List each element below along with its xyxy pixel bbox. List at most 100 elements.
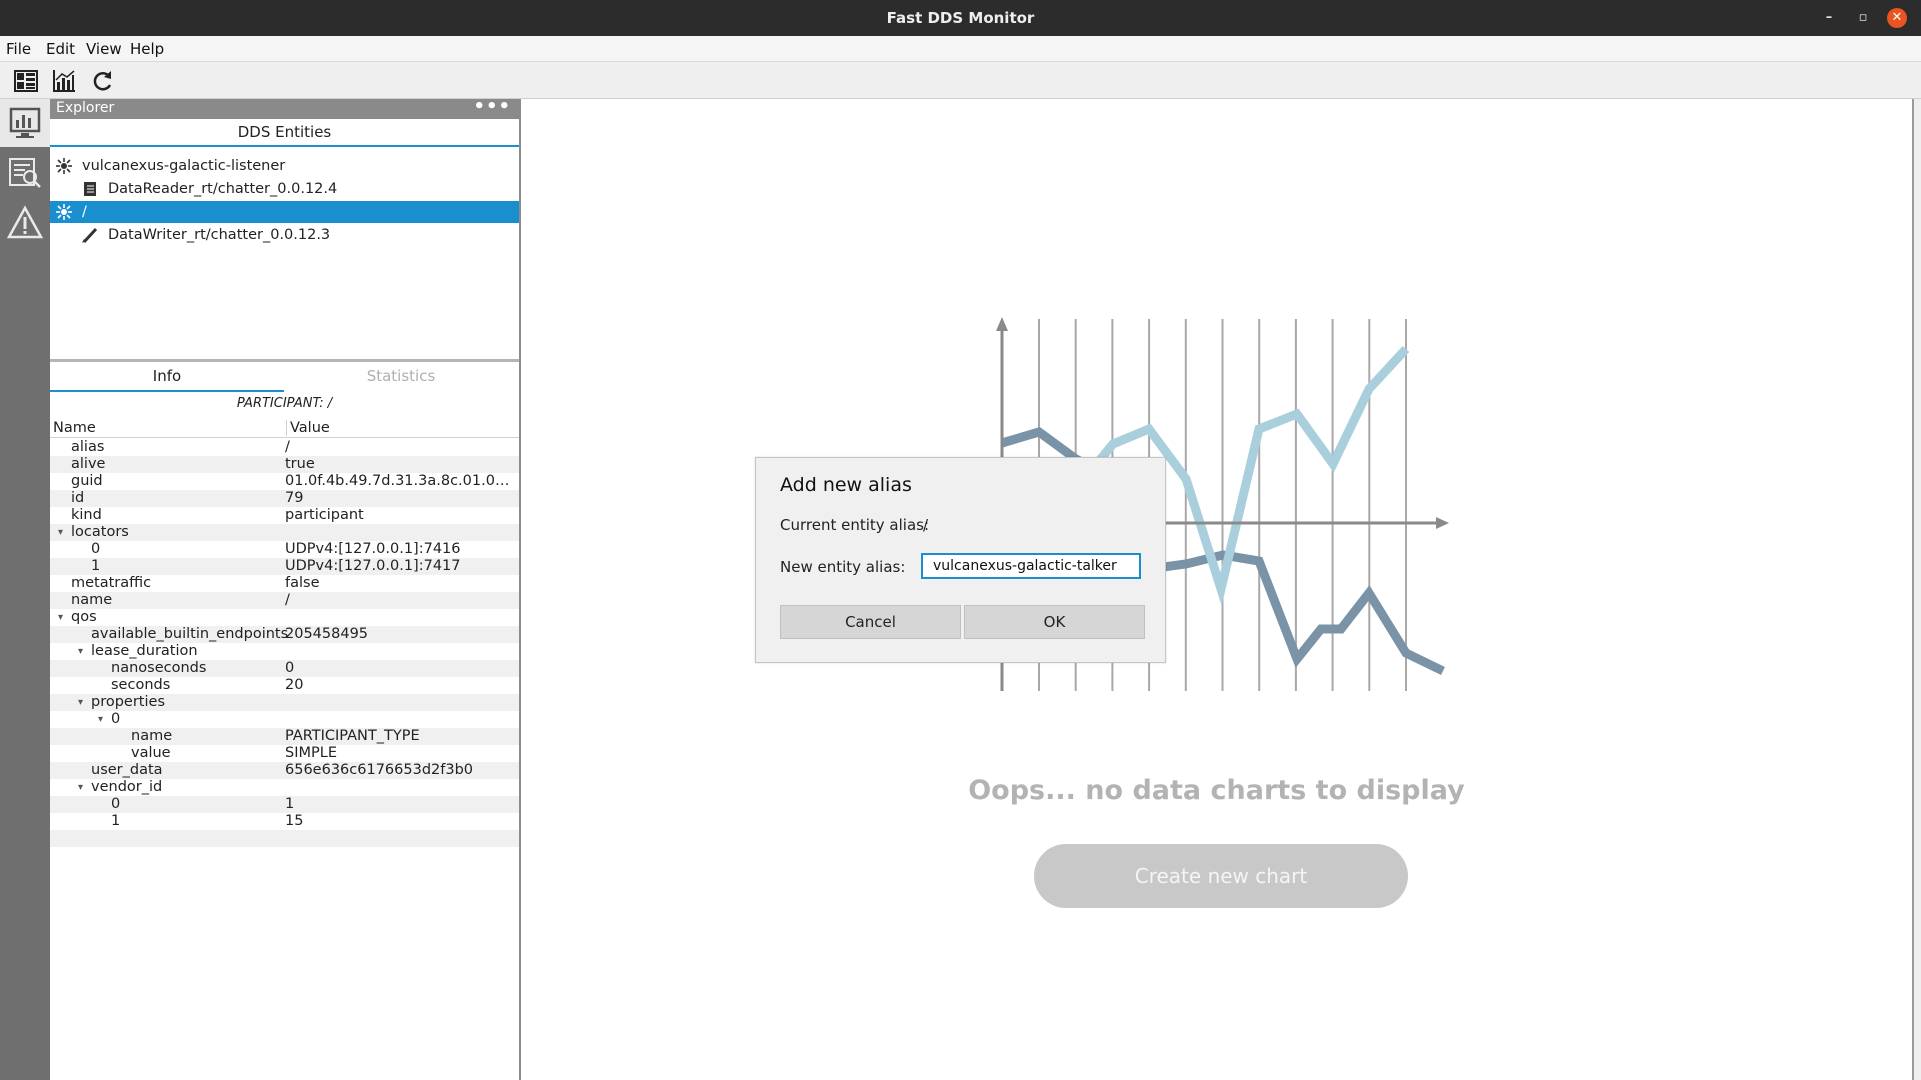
- info-row[interactable]: ▾ 0: [50, 711, 519, 728]
- left-sidebar: [0, 99, 50, 1080]
- right-scrollbar[interactable]: [1912, 99, 1921, 1080]
- toolbar: [0, 62, 1921, 99]
- info-row-value: SIMPLE: [285, 745, 337, 761]
- info-row-name: value: [131, 745, 171, 761]
- info-row: user_data 656e636c6176653d2f3b0: [50, 762, 519, 779]
- info-row: available_builtin_endpoints 205458495: [50, 626, 519, 643]
- minimize-icon: –: [1825, 10, 1833, 25]
- maximize-button[interactable]: ▫: [1847, 0, 1879, 36]
- info-row[interactable]: ▾ properties: [50, 694, 519, 711]
- info-row-name: 0: [111, 796, 121, 812]
- info-row-name: seconds: [111, 677, 171, 693]
- tree-item-datareader[interactable]: DataReader_rt/chatter_0.0.12.4: [50, 178, 519, 200]
- explorer-title: Explorer: [56, 100, 115, 116]
- info-row[interactable]: ▾ vendor_id: [50, 779, 519, 796]
- info-row-value: UDPv4:[127.0.0.1]:7416: [285, 541, 461, 557]
- info-row-name: kind: [71, 507, 102, 523]
- info-row: [50, 830, 519, 847]
- expand-caret-icon[interactable]: ▾: [58, 524, 63, 541]
- info-row-value: 1: [285, 796, 295, 812]
- info-row-name: alias: [71, 439, 105, 455]
- info-row-name: name: [131, 728, 173, 744]
- info-row-value: participant: [285, 507, 364, 523]
- info-row-value: 79: [285, 490, 304, 506]
- dashboard-icon: [14, 70, 38, 92]
- expand-caret-icon[interactable]: ▾: [58, 609, 63, 626]
- current-alias-value: /: [923, 516, 929, 534]
- minimize-button[interactable]: –: [1813, 0, 1845, 36]
- add-alias-dialog: Add new alias Current entity alias: / Ne…: [755, 457, 1166, 663]
- tree-item-datawriter[interactable]: DataWriter_rt/chatter_0.0.12.3: [50, 224, 519, 246]
- info-row-value: 20: [285, 677, 304, 693]
- info-row-name: 0: [91, 541, 101, 557]
- dashboard-button[interactable]: [13, 68, 39, 94]
- info-row-value: true: [285, 456, 315, 472]
- log-icon: [9, 158, 41, 188]
- info-row: kind participant: [50, 507, 519, 524]
- refresh-icon: [93, 71, 112, 91]
- create-chart-button[interactable]: Create new chart: [1034, 844, 1408, 908]
- ok-button[interactable]: OK: [964, 605, 1145, 639]
- info-row-name: available_builtin_endpoints: [91, 626, 289, 642]
- info-row-name: nanoseconds: [111, 660, 207, 676]
- info-row[interactable]: ▾ qos: [50, 609, 519, 626]
- info-row: name PARTICIPANT_TYPE: [50, 728, 519, 745]
- info-row: name /: [50, 592, 519, 609]
- info-row-name: guid: [71, 473, 103, 489]
- warning-icon: [6, 205, 44, 239]
- tree-item-participant[interactable]: vulcanexus-galactic-listener: [50, 155, 519, 177]
- explorer-panel: Explorer ••• DDS Entities vulcanexus-gal…: [50, 96, 521, 1080]
- expand-caret-icon[interactable]: ▾: [78, 694, 83, 711]
- refresh-button[interactable]: [89, 68, 115, 94]
- column-header-value[interactable]: Value: [286, 420, 330, 436]
- illustration-y-arrow: [996, 317, 1008, 331]
- info-row: 1 UDPv4:[127.0.0.1]:7417: [50, 558, 519, 575]
- info-row-value: 15: [285, 813, 304, 829]
- tab-statistics[interactable]: Statistics: [284, 362, 518, 390]
- participant-icon: [56, 204, 72, 220]
- expand-caret-icon[interactable]: ▾: [78, 643, 83, 660]
- info-row[interactable]: ▾ lease_duration: [50, 643, 519, 660]
- log-button[interactable]: [5, 153, 45, 193]
- info-row-value: /: [285, 592, 290, 608]
- info-row[interactable]: ▾ locators: [50, 524, 519, 541]
- close-button[interactable]: ✕: [1881, 0, 1913, 36]
- explorer-menu-button[interactable]: •••: [473, 96, 511, 117]
- empty-charts-message: Oops... no data charts to display: [968, 775, 1465, 806]
- menu-file[interactable]: File: [6, 40, 31, 58]
- expand-caret-icon[interactable]: ▾: [78, 779, 83, 796]
- main-chart-area: Oops... no data charts to display Create…: [521, 99, 1912, 1080]
- info-row-value: 656e636c6176653d2f3b0: [285, 762, 474, 778]
- close-icon: ✕: [1887, 8, 1907, 28]
- column-header-name[interactable]: Name: [53, 420, 96, 436]
- dialog-title: Add new alias: [780, 474, 912, 496]
- tab-info[interactable]: Info: [50, 362, 284, 392]
- info-row-name: properties: [91, 694, 165, 710]
- info-row-name: name: [71, 592, 113, 608]
- info-row: id 79: [50, 490, 519, 507]
- chart-button[interactable]: [51, 68, 77, 94]
- info-row-value: false: [285, 575, 320, 591]
- menu-edit[interactable]: Edit: [46, 40, 75, 58]
- problems-button[interactable]: [5, 203, 45, 243]
- menubar: File Edit View Help: [0, 36, 1921, 62]
- window-title: Fast DDS Monitor: [886, 9, 1035, 27]
- info-row-value: /: [285, 439, 290, 455]
- info-row-name: id: [71, 490, 85, 506]
- info-column-headers: Name Value: [50, 419, 519, 438]
- tree-item-participant-selected[interactable]: /: [50, 201, 519, 223]
- expand-caret-icon[interactable]: ▾: [98, 711, 103, 728]
- info-row-value: UDPv4:[127.0.0.1]:7417: [285, 558, 461, 574]
- info-row-name: user_data: [91, 762, 163, 778]
- info-row-name: 0: [111, 711, 121, 727]
- tree-item-label: DataReader_rt/chatter_0.0.12.4: [108, 181, 338, 197]
- new-alias-input[interactable]: [921, 553, 1141, 579]
- menu-view[interactable]: View: [86, 40, 122, 58]
- monitor-button[interactable]: [5, 103, 45, 143]
- info-row: guid 01.0f.4b.49.7d.31.3a.8c.01.00.00...: [50, 473, 519, 490]
- info-row: metatraffic false: [50, 575, 519, 592]
- cancel-button[interactable]: Cancel: [780, 605, 961, 639]
- info-row-value: 01.0f.4b.49.7d.31.3a.8c.01.00.00...: [285, 473, 517, 489]
- menu-help[interactable]: Help: [130, 40, 164, 58]
- info-row: seconds 20: [50, 677, 519, 694]
